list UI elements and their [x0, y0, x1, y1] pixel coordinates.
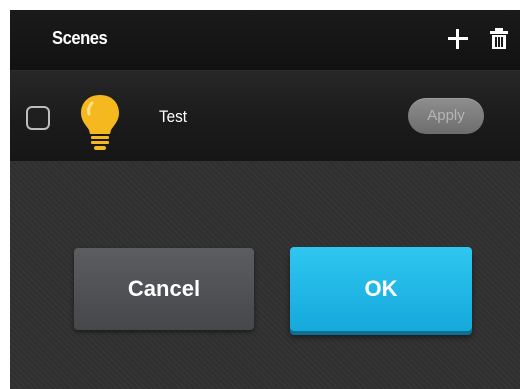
add-scene-button[interactable] [443, 24, 473, 54]
scene-name: Test [159, 107, 188, 126]
page-title: Scenes [52, 28, 108, 48]
trash-icon [490, 28, 508, 49]
delete-scene-button[interactable] [484, 24, 514, 54]
cancel-button[interactable]: Cancel [74, 248, 254, 330]
scene-checkbox[interactable] [26, 106, 50, 130]
plus-icon [448, 29, 468, 49]
confirm-dialog: Cancel OK [10, 161, 520, 389]
scenes-header: Scenes [10, 10, 520, 70]
scenes-panel: Scenes Test Apply Cancel OK [10, 10, 520, 389]
lightbulb-icon [81, 95, 119, 150]
scene-row: Test Apply [10, 70, 520, 161]
apply-button[interactable]: Apply [408, 98, 484, 134]
ok-button[interactable]: OK [290, 247, 472, 331]
